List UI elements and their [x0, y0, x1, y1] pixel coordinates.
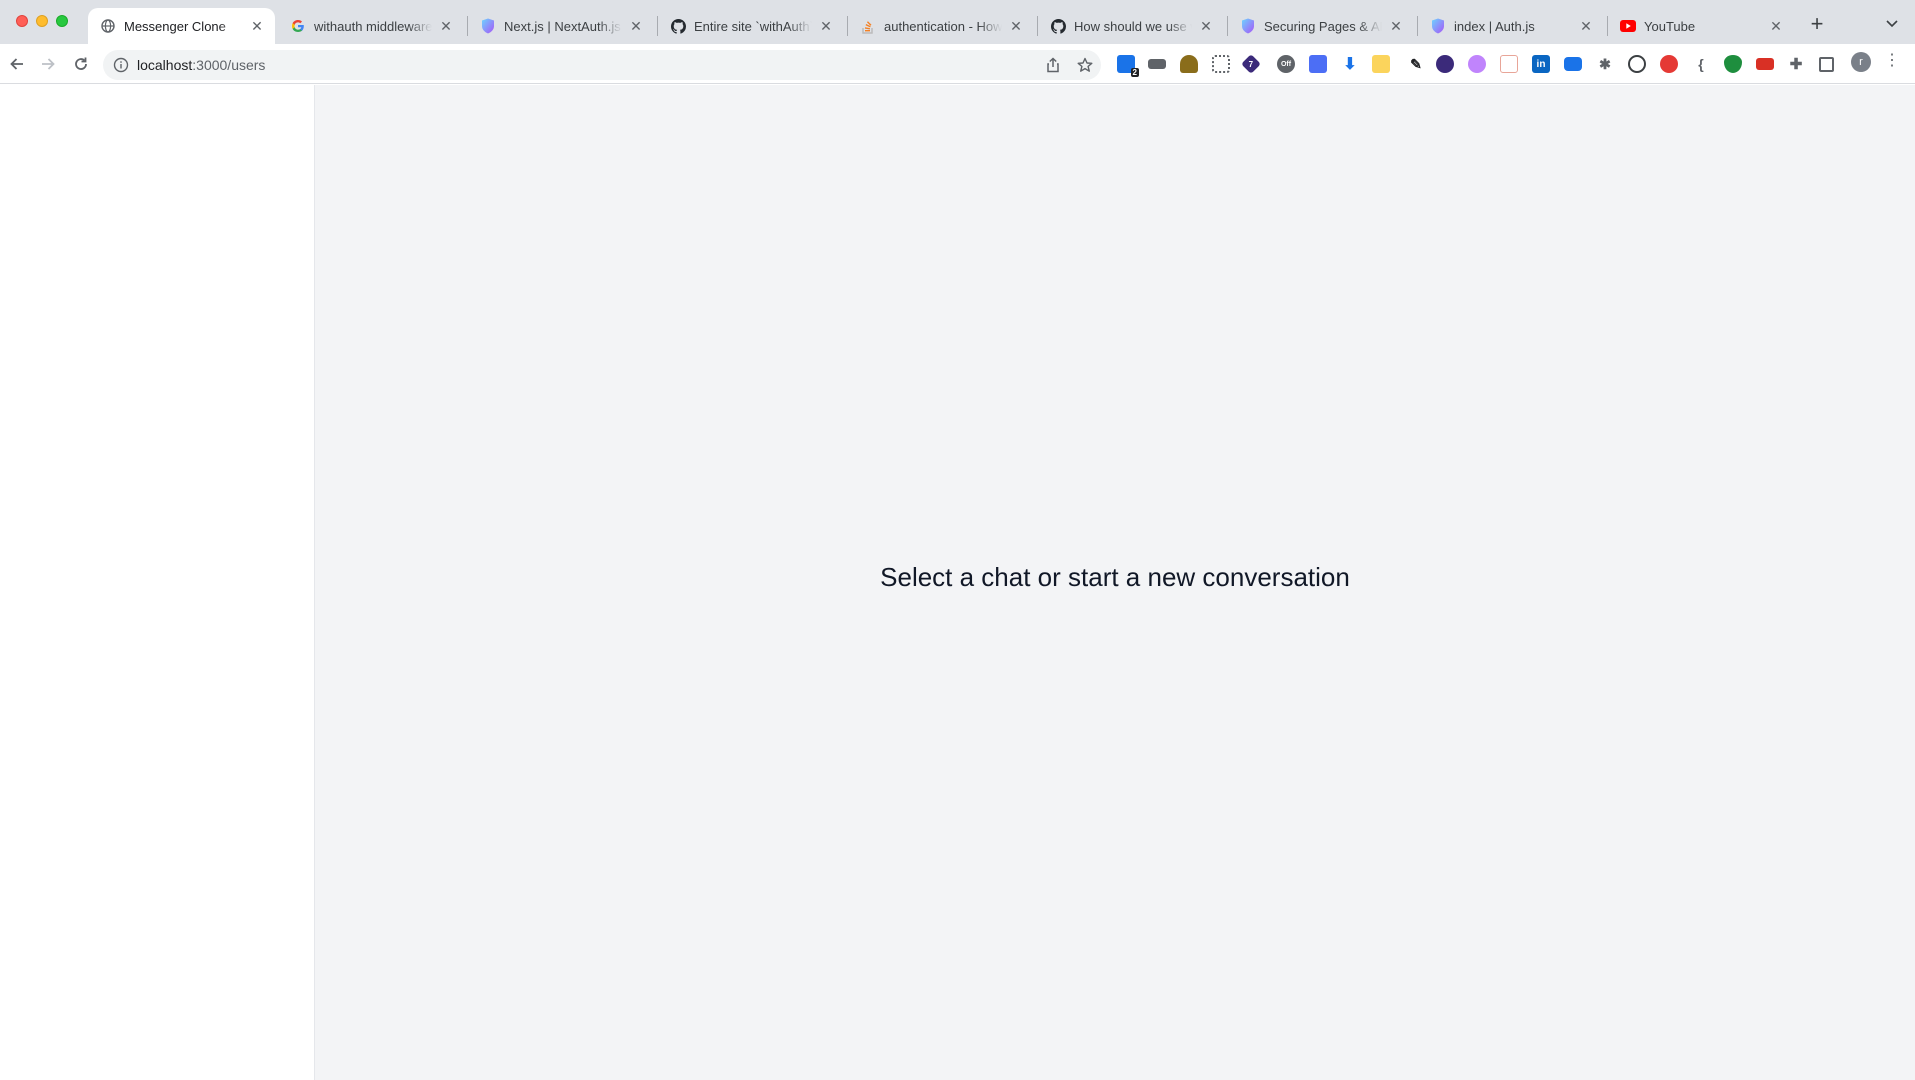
tab-close-icon[interactable]: ✕ [1198, 18, 1214, 34]
tab-title: Next.js | NextAuth.js [504, 18, 621, 34]
tab-entire-site-withauth[interactable]: Entire site `withAuth` ✕ [658, 8, 844, 44]
graduation-extension-icon[interactable]: 7 [1241, 54, 1261, 74]
adblock-plus-icon[interactable] [1660, 55, 1678, 73]
bracket-extension-icon[interactable]: { [1692, 55, 1710, 73]
extension-badge-count: 7 [1248, 59, 1254, 69]
tab-close-icon[interactable]: ✕ [628, 18, 644, 34]
tab-youtube[interactable]: YouTube ✕ [1608, 8, 1794, 44]
tab-title: authentication - How [884, 18, 1002, 34]
tab-securing-pages[interactable]: Securing Pages & API ✕ [1228, 8, 1414, 44]
tab-close-icon[interactable]: ✕ [249, 18, 265, 34]
tab-title: Securing Pages & API [1264, 18, 1382, 34]
linkedin-icon[interactable]: in [1532, 55, 1550, 73]
side-panel-icon[interactable] [1819, 57, 1834, 72]
tab-title: Entire site `withAuth` [694, 18, 812, 34]
nextauth-shield-icon [1240, 18, 1256, 34]
browser-window: Messenger Clone ✕ withauth middleware ✕ … [0, 0, 1915, 1080]
url-path: :3000/users [192, 57, 266, 73]
github-icon [670, 18, 686, 34]
calendar-extension-icon[interactable] [1500, 55, 1518, 73]
tab-close-icon[interactable]: ✕ [1768, 18, 1784, 34]
tab-close-icon[interactable]: ✕ [438, 18, 454, 34]
window-extension-icon[interactable] [1309, 55, 1327, 73]
page-viewport: Select a chat or start a new conversatio… [0, 85, 1915, 1080]
tab-close-icon[interactable]: ✕ [1008, 18, 1024, 34]
tab-authentication-how[interactable]: authentication - How ✕ [848, 8, 1034, 44]
extensions-puzzle-icon[interactable]: ✚ [1787, 55, 1805, 73]
off-extension-icon[interactable]: Off [1277, 55, 1295, 73]
tab-how-should-we-use[interactable]: How should we use w ✕ [1038, 8, 1224, 44]
extension-badge-off: Off [1280, 60, 1292, 68]
tab-close-icon[interactable]: ✕ [818, 18, 834, 34]
tab-title: index | Auth.js [1454, 18, 1535, 34]
bug-icon[interactable]: ✱ [1596, 55, 1614, 73]
nextauth-shield-icon [1430, 18, 1446, 34]
empty-state-message: Select a chat or start a new conversatio… [880, 562, 1350, 592]
tab-close-icon[interactable]: ✕ [1388, 18, 1404, 34]
conversation-empty-state: Select a chat or start a new conversatio… [315, 85, 1915, 1080]
tab-title: withauth middleware [314, 18, 432, 34]
youtube-icon [1620, 18, 1636, 34]
shield-check-icon[interactable] [1724, 55, 1742, 73]
site-info-icon[interactable] [113, 57, 129, 73]
browser-toolbar: localhost:3000/users 2 7 Off ⬇ ✎ in ✱ { … [0, 44, 1915, 84]
forward-arrow-icon[interactable] [36, 52, 60, 76]
tab-close-icon[interactable]: ✕ [1578, 18, 1594, 34]
google-icon [290, 18, 306, 34]
video-record-icon[interactable] [1756, 58, 1774, 70]
tab-nextjs-nextauth[interactable]: Next.js | NextAuth.js ✕ [468, 8, 654, 44]
profile-avatar[interactable]: r [1851, 52, 1871, 72]
address-bar[interactable]: localhost:3000/users [103, 50, 1101, 80]
tab-title: How should we use w [1074, 18, 1192, 34]
reload-icon[interactable] [69, 52, 93, 76]
tab-withauth-middleware[interactable]: withauth middleware ✕ [278, 8, 464, 44]
bookmark-star-icon[interactable] [1077, 57, 1093, 73]
users-sidebar [0, 85, 315, 1080]
url-text[interactable]: localhost:3000/users [137, 57, 265, 73]
tab-title: YouTube [1644, 18, 1696, 34]
note-extension-icon[interactable] [1372, 55, 1390, 73]
tab-index-authjs[interactable]: index | Auth.js ✕ [1418, 8, 1604, 44]
stackoverflow-icon [860, 18, 876, 34]
window-maximize-button[interactable] [56, 15, 68, 27]
purple-extension-icon[interactable] [1468, 55, 1486, 73]
tab-title: Messenger Clone [124, 18, 226, 34]
new-tab-plus-icon[interactable]: + [1803, 11, 1831, 39]
nextauth-shield-icon [480, 18, 496, 34]
qr-code-icon[interactable] [1212, 55, 1230, 73]
clock-extension-icon[interactable] [1628, 55, 1646, 73]
video-extension-icon[interactable] [1148, 59, 1166, 69]
download-arrow-icon[interactable]: ⬇ [1341, 55, 1359, 73]
screen-record-icon[interactable] [1564, 57, 1582, 71]
window-close-button[interactable] [16, 15, 28, 27]
tab-strip: Messenger Clone ✕ withauth middleware ✕ … [0, 0, 1915, 44]
dark-download-icon[interactable] [1436, 55, 1454, 73]
back-arrow-icon[interactable] [5, 52, 29, 76]
share-icon[interactable] [1045, 57, 1061, 73]
tab-messenger-clone[interactable]: Messenger Clone ✕ [88, 8, 275, 44]
extension-badge-icon[interactable]: 2 [1117, 55, 1139, 77]
window-minimize-button[interactable] [36, 15, 48, 27]
github-icon [1050, 18, 1066, 34]
grass-extension-icon[interactable] [1180, 55, 1198, 73]
tab-search-chevron-icon[interactable] [1878, 12, 1906, 36]
browser-menu-icon[interactable]: ⋮ [1884, 52, 1900, 72]
url-host: localhost [137, 57, 193, 73]
extension-badge-count: 2 [1130, 68, 1139, 77]
globe-icon [100, 18, 116, 34]
pen-tool-icon[interactable]: ✎ [1407, 55, 1425, 73]
